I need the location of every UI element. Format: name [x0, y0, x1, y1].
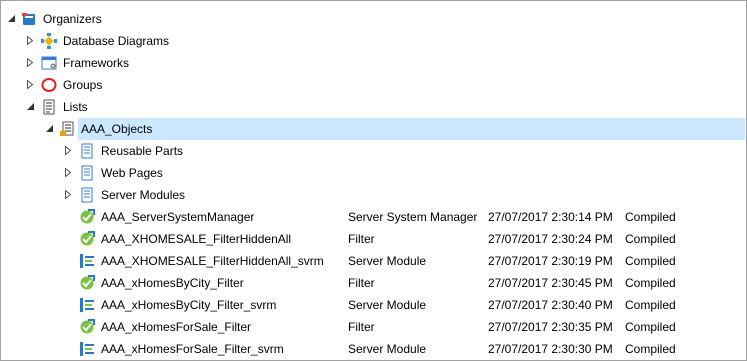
- collapsed-arrow-icon[interactable]: [63, 167, 73, 178]
- object-tree[interactable]: Organizers Database Diagrams Frameworks …: [0, 0, 747, 361]
- tree-node-label: Web Pages: [101, 166, 163, 180]
- selection-highlight: [78, 118, 745, 140]
- list-item-object[interactable]: AAA_xHomesByCity_Filter Filter 27/07/201…: [1, 272, 746, 294]
- object-status: Compiled: [625, 254, 676, 268]
- collapsed-arrow-icon[interactable]: [25, 35, 35, 46]
- database-diagrams-icon: [41, 33, 57, 49]
- object-date: 27/07/2017 2:30:30 PM: [488, 342, 613, 356]
- page-icon: [79, 143, 95, 159]
- list-item-object[interactable]: AAA_xHomesByCity_Filter_svrm Server Modu…: [1, 294, 746, 316]
- tree-node-groups[interactable]: Groups: [1, 74, 746, 96]
- tree-node-database-diagrams[interactable]: Database Diagrams: [1, 30, 746, 52]
- object-type: Filter: [348, 276, 375, 290]
- object-type: Server System Manager: [348, 210, 478, 224]
- expanded-arrow-icon[interactable]: [25, 101, 35, 112]
- object-status: Compiled: [625, 298, 676, 312]
- tree-node-organizers[interactable]: Organizers: [1, 8, 746, 30]
- object-date: 27/07/2017 2:30:35 PM: [488, 320, 613, 334]
- object-type: Server Module: [348, 342, 427, 356]
- tree-node-label: Reusable Parts: [101, 144, 184, 158]
- object-date: 27/07/2017 2:30:40 PM: [488, 298, 613, 312]
- tree-node-label: Groups: [63, 78, 103, 92]
- filter-icon: [79, 231, 95, 247]
- object-date: 27/07/2017 2:30:19 PM: [488, 254, 613, 268]
- object-name: AAA_xHomesByCity_Filter: [101, 276, 244, 290]
- tree-node-reusable-parts[interactable]: Reusable Parts: [1, 140, 746, 162]
- tree-node-label: Lists: [63, 100, 88, 114]
- collapsed-arrow-icon[interactable]: [63, 189, 73, 200]
- object-date: 27/07/2017 2:30:14 PM: [488, 210, 613, 224]
- object-status: Compiled: [625, 210, 676, 224]
- object-status: Compiled: [625, 232, 676, 246]
- object-status: Compiled: [625, 342, 676, 356]
- lists-icon: [41, 99, 57, 115]
- tree-node-server-modules[interactable]: Server Modules: [1, 184, 746, 206]
- tree-node-label: AAA_Objects: [81, 122, 153, 136]
- list-item-object[interactable]: AAA_XHOMESALE_FilterHiddenAll Filter 27/…: [1, 228, 746, 250]
- server-module-icon: [79, 297, 95, 313]
- object-status: Compiled: [625, 276, 676, 290]
- collapsed-arrow-icon[interactable]: [25, 57, 35, 68]
- list-item-object[interactable]: AAA_XHOMESALE_FilterHiddenAll_svrm Serve…: [1, 250, 746, 272]
- organizers-icon: [21, 11, 37, 27]
- list-item-object[interactable]: AAA_ServerSystemManager Server System Ma…: [1, 206, 746, 228]
- page-icon: [79, 165, 95, 181]
- list-item-object[interactable]: AAA_xHomesForSale_Filter_svrm Server Mod…: [1, 338, 746, 360]
- expanded-arrow-icon[interactable]: [44, 123, 54, 134]
- tree-node-label: Database Diagrams: [63, 34, 170, 48]
- filter-icon: [79, 275, 95, 291]
- tree-node-label: Frameworks: [63, 56, 130, 70]
- expanded-arrow-icon[interactable]: [6, 13, 16, 24]
- tree-node-web-pages[interactable]: Web Pages: [1, 162, 746, 184]
- object-name: AAA_XHOMESALE_FilterHiddenAll: [101, 232, 292, 246]
- object-name: AAA_XHOMESALE_FilterHiddenAll_svrm: [101, 254, 324, 268]
- page-icon: [79, 187, 95, 203]
- groups-icon: [41, 77, 57, 93]
- list-object-icon: [59, 121, 75, 137]
- tree-node-frameworks[interactable]: Frameworks: [1, 52, 746, 74]
- object-date: 27/07/2017 2:30:24 PM: [488, 232, 613, 246]
- object-type: Server Module: [348, 254, 427, 268]
- object-type: Server Module: [348, 298, 427, 312]
- server-module-icon: [79, 253, 95, 269]
- tree-node-aaa-objects[interactable]: AAA_Objects: [1, 118, 746, 140]
- object-name: AAA_xHomesForSale_Filter_svrm: [101, 342, 284, 356]
- list-item-object[interactable]: AAA_xHomesForSale_Filter Filter 27/07/20…: [1, 316, 746, 338]
- filter-icon: [79, 209, 95, 225]
- collapsed-arrow-icon[interactable]: [63, 145, 73, 156]
- tree-node-lists[interactable]: Lists: [1, 96, 746, 118]
- object-name: AAA_xHomesForSale_Filter: [101, 320, 252, 334]
- object-name: AAA_xHomesByCity_Filter_svrm: [101, 298, 277, 312]
- object-name: AAA_ServerSystemManager: [101, 210, 255, 224]
- server-module-icon: [79, 341, 95, 357]
- object-type: Filter: [348, 232, 375, 246]
- tree-node-label: Organizers: [43, 12, 102, 26]
- frameworks-icon: [41, 55, 57, 71]
- collapsed-arrow-icon[interactable]: [25, 79, 35, 90]
- tree-node-label: Server Modules: [101, 188, 186, 202]
- filter-icon: [79, 319, 95, 335]
- object-type: Filter: [348, 320, 375, 334]
- object-status: Compiled: [625, 320, 676, 334]
- object-date: 27/07/2017 2:30:45 PM: [488, 276, 613, 290]
